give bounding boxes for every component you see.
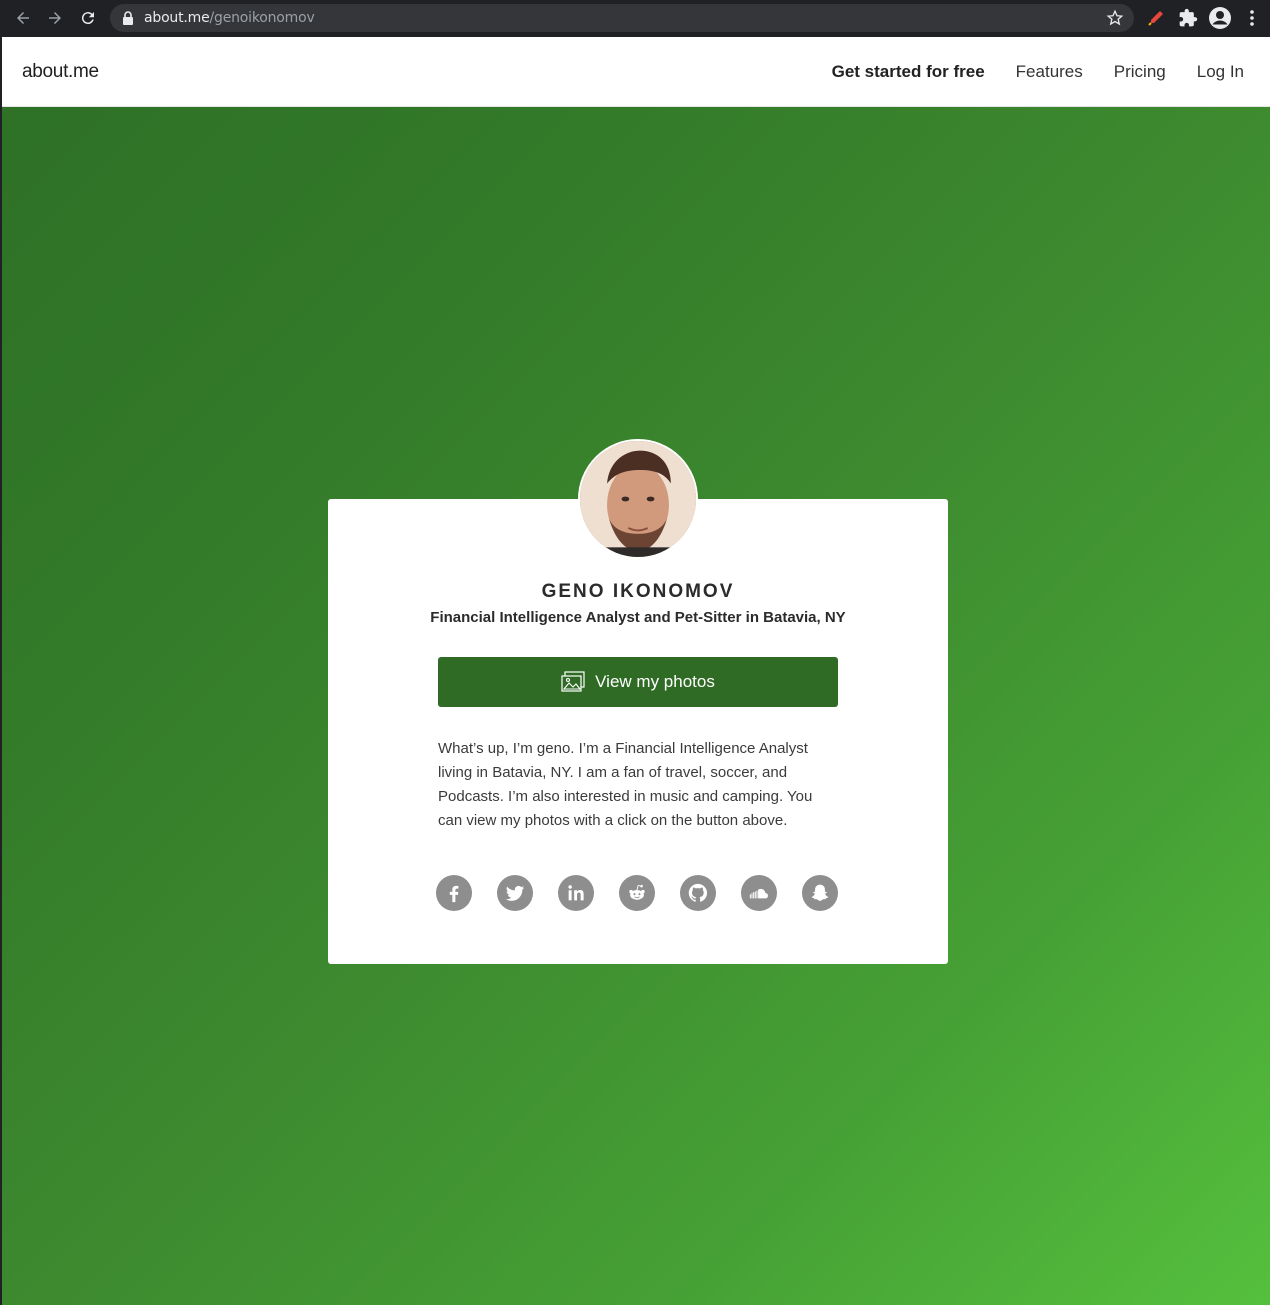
url-path: /genoikonomov xyxy=(209,10,315,26)
reload-icon xyxy=(81,12,94,25)
browser-toolbar: about.me/genoikonomov xyxy=(0,0,1270,36)
get-started-link[interactable]: Get started for free xyxy=(832,62,985,82)
reload-button[interactable] xyxy=(77,7,99,29)
linkedin-icon xyxy=(568,885,584,901)
twitter-icon xyxy=(505,885,525,901)
arrow-right-icon xyxy=(49,12,61,24)
bookmark-star-icon[interactable] xyxy=(1106,9,1124,27)
photos-icon xyxy=(561,671,585,692)
forward-button[interactable] xyxy=(44,7,66,29)
profile-avatar-icon[interactable] xyxy=(1208,6,1232,30)
avatar xyxy=(578,439,698,559)
back-button[interactable] xyxy=(12,7,34,29)
profile-photo xyxy=(580,441,696,557)
site-header: about.me Get started for free Features P… xyxy=(2,37,1270,107)
url-text: about.me/genoikonomov xyxy=(144,10,315,26)
url-host: about.me xyxy=(144,10,210,26)
login-link[interactable]: Log In xyxy=(1197,62,1244,82)
reddit-icon xyxy=(629,884,645,900)
view-photos-label: View my photos xyxy=(595,672,715,691)
pen-extension-icon[interactable] xyxy=(1146,8,1166,28)
features-link[interactable]: Features xyxy=(1016,62,1083,82)
github-link[interactable] xyxy=(680,875,716,911)
social-links xyxy=(436,875,838,911)
site-nav: Get started for free Features Pricing Lo… xyxy=(832,62,1244,82)
view-photos-button[interactable]: View my photos xyxy=(438,657,838,707)
extensions-puzzle-icon[interactable] xyxy=(1178,8,1198,28)
soundcloud-icon xyxy=(749,888,768,899)
snapchat-link[interactable] xyxy=(802,875,838,911)
pricing-link[interactable]: Pricing xyxy=(1114,62,1166,82)
address-bar[interactable]: about.me/genoikonomov xyxy=(110,4,1134,32)
reddit-link[interactable] xyxy=(619,875,655,911)
lock-icon xyxy=(123,11,133,25)
facebook-icon xyxy=(449,885,459,903)
hero-background: GENO IKONOMOV Financial Intelligence Ana… xyxy=(2,107,1270,1305)
linkedin-link[interactable] xyxy=(558,875,594,911)
arrow-left-icon xyxy=(17,12,29,24)
github-icon xyxy=(688,883,708,902)
profile-bio: What’s up, I’m geno. I’m a Financial Int… xyxy=(438,740,813,829)
twitter-link[interactable] xyxy=(497,875,533,911)
about-me-logo[interactable]: about.me xyxy=(22,61,99,83)
menu-kebab-icon[interactable] xyxy=(1244,8,1260,28)
soundcloud-link[interactable] xyxy=(741,875,777,911)
profile-headline: Financial Intelligence Analyst and Pet-S… xyxy=(430,609,846,626)
profile-name: GENO IKONOMOV xyxy=(541,581,735,602)
facebook-link[interactable] xyxy=(436,875,472,911)
snapchat-icon xyxy=(811,884,829,901)
profile-card: GENO IKONOMOV Financial Intelligence Ana… xyxy=(328,439,948,964)
